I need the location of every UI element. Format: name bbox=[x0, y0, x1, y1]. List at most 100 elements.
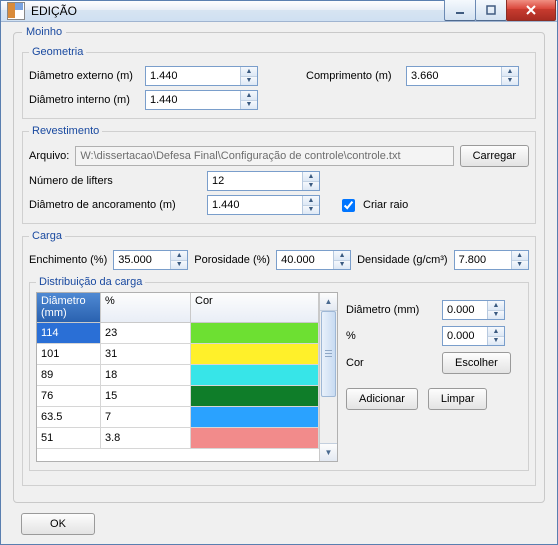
input-diam-ext[interactable] bbox=[146, 67, 240, 85]
table-distribuicao[interactable]: Diâmetro (mm) % Cor 11423101318918761563… bbox=[36, 292, 338, 462]
spin-up-icon[interactable]: ▲ bbox=[334, 251, 350, 261]
group-moinho: Moinho Geometria Diâmetro externo (m) ▲▼… bbox=[13, 26, 545, 503]
spin-diam-ext[interactable]: ▲▼ bbox=[145, 66, 258, 86]
label-densidade: Densidade (g/cm³) bbox=[357, 254, 447, 266]
input-densidade[interactable] bbox=[455, 251, 511, 269]
spin-down-icon[interactable]: ▼ bbox=[171, 261, 187, 270]
input-diam-int[interactable] bbox=[146, 91, 240, 109]
input-num-lifters[interactable] bbox=[208, 172, 302, 190]
cell-cor[interactable] bbox=[191, 407, 319, 428]
carregar-button[interactable]: Carregar bbox=[460, 145, 529, 167]
scroll-up-icon[interactable]: ▲ bbox=[320, 293, 337, 311]
close-button[interactable] bbox=[506, 0, 556, 21]
color-swatch bbox=[191, 365, 318, 385]
label-diam-ext: Diâmetro externo (m) bbox=[29, 70, 139, 82]
adicionar-button[interactable]: Adicionar bbox=[346, 388, 418, 410]
spin-up-icon[interactable]: ▲ bbox=[241, 91, 257, 101]
spin-up-icon[interactable]: ▲ bbox=[488, 327, 504, 337]
group-distribuicao: Distribuição da carga Diâmetro (mm) % Co… bbox=[29, 276, 529, 471]
spin-diam-int[interactable]: ▲▼ bbox=[145, 90, 258, 110]
label-criar-raio: Criar raio bbox=[363, 199, 408, 211]
spin-down-icon[interactable]: ▼ bbox=[502, 77, 518, 86]
input-side-pct[interactable] bbox=[443, 327, 487, 345]
input-arquivo[interactable] bbox=[75, 146, 453, 166]
cell-diametro[interactable]: 76 bbox=[37, 386, 101, 407]
spin-num-lifters[interactable]: ▲▼ bbox=[207, 171, 320, 191]
th-diametro[interactable]: Diâmetro (mm) bbox=[37, 293, 101, 323]
cell-cor[interactable] bbox=[191, 365, 319, 386]
label-enchimento: Enchimento (%) bbox=[29, 254, 107, 266]
spin-down-icon[interactable]: ▼ bbox=[488, 311, 504, 320]
table-scrollbar[interactable]: ▲ ▼ bbox=[319, 293, 337, 461]
input-side-diam[interactable] bbox=[443, 301, 487, 319]
spin-densidade[interactable]: ▲▼ bbox=[454, 250, 529, 270]
spin-down-icon[interactable]: ▼ bbox=[241, 101, 257, 110]
spin-up-icon[interactable]: ▲ bbox=[502, 67, 518, 77]
spin-up-icon[interactable]: ▲ bbox=[241, 67, 257, 77]
client-area: Moinho Geometria Diâmetro externo (m) ▲▼… bbox=[1, 22, 557, 545]
spin-enchimento[interactable]: ▲▼ bbox=[113, 250, 188, 270]
table-row[interactable]: 8918 bbox=[37, 365, 319, 386]
color-swatch bbox=[191, 386, 318, 406]
spin-up-icon[interactable]: ▲ bbox=[488, 301, 504, 311]
spin-side-pct[interactable]: ▲▼ bbox=[442, 326, 505, 346]
checkbox-criar-raio[interactable] bbox=[342, 199, 355, 212]
label-side-cor: Cor bbox=[346, 357, 436, 369]
legend-revestimento: Revestimento bbox=[29, 125, 102, 137]
spin-up-icon[interactable]: ▲ bbox=[171, 251, 187, 261]
limpar-button[interactable]: Limpar bbox=[428, 388, 488, 410]
spin-down-icon[interactable]: ▼ bbox=[303, 206, 319, 215]
th-cor[interactable]: Cor bbox=[191, 293, 319, 323]
legend-carga: Carga bbox=[29, 230, 65, 242]
spin-up-icon[interactable]: ▲ bbox=[303, 172, 319, 182]
input-enchimento[interactable] bbox=[114, 251, 170, 269]
maximize-button[interactable] bbox=[475, 0, 507, 21]
cell-pct[interactable]: 23 bbox=[101, 323, 191, 344]
input-comprimento[interactable] bbox=[407, 67, 501, 85]
legend-moinho: Moinho bbox=[22, 26, 66, 38]
table-header: Diâmetro (mm) % Cor bbox=[37, 293, 319, 323]
table-row[interactable]: 10131 bbox=[37, 344, 319, 365]
spin-down-icon[interactable]: ▼ bbox=[512, 261, 528, 270]
spin-diam-ancor[interactable]: ▲▼ bbox=[207, 195, 320, 215]
spin-up-icon[interactable]: ▲ bbox=[512, 251, 528, 261]
cell-pct[interactable]: 18 bbox=[101, 365, 191, 386]
cell-pct[interactable]: 7 bbox=[101, 407, 191, 428]
spin-porosidade[interactable]: ▲▼ bbox=[276, 250, 351, 270]
minimize-button[interactable] bbox=[444, 0, 476, 21]
cell-cor[interactable] bbox=[191, 323, 319, 344]
scroll-down-icon[interactable]: ▼ bbox=[320, 443, 337, 461]
cell-diametro[interactable]: 89 bbox=[37, 365, 101, 386]
cell-cor[interactable] bbox=[191, 386, 319, 407]
group-revestimento: Revestimento Arquivo: Carregar Número de… bbox=[22, 125, 536, 224]
table-row[interactable]: 513.8 bbox=[37, 428, 319, 449]
spin-down-icon[interactable]: ▼ bbox=[334, 261, 350, 270]
cell-pct[interactable]: 31 bbox=[101, 344, 191, 365]
table-row[interactable]: 7615 bbox=[37, 386, 319, 407]
spin-up-icon[interactable]: ▲ bbox=[303, 196, 319, 206]
cell-diametro[interactable]: 101 bbox=[37, 344, 101, 365]
cell-diametro[interactable]: 114 bbox=[37, 323, 101, 344]
input-porosidade[interactable] bbox=[277, 251, 333, 269]
table-row[interactable]: 11423 bbox=[37, 323, 319, 344]
cell-pct[interactable]: 3.8 bbox=[101, 428, 191, 449]
cell-cor[interactable] bbox=[191, 428, 319, 449]
table-row[interactable]: 63.57 bbox=[37, 407, 319, 428]
spin-down-icon[interactable]: ▼ bbox=[303, 182, 319, 191]
label-diam-int: Diâmetro interno (m) bbox=[29, 94, 139, 106]
titlebar[interactable]: EDIÇÃO bbox=[1, 1, 557, 22]
cell-cor[interactable] bbox=[191, 344, 319, 365]
cell-diametro[interactable]: 63.5 bbox=[37, 407, 101, 428]
spin-down-icon[interactable]: ▼ bbox=[241, 77, 257, 86]
ok-button[interactable]: OK bbox=[21, 513, 95, 535]
scroll-thumb[interactable] bbox=[321, 311, 336, 397]
th-pct[interactable]: % bbox=[101, 293, 191, 323]
cell-pct[interactable]: 15 bbox=[101, 386, 191, 407]
spin-side-diam[interactable]: ▲▼ bbox=[442, 300, 505, 320]
input-diam-ancor[interactable] bbox=[208, 196, 302, 214]
spin-down-icon[interactable]: ▼ bbox=[488, 337, 504, 346]
escolher-button[interactable]: Escolher bbox=[442, 352, 511, 374]
cell-diametro[interactable]: 51 bbox=[37, 428, 101, 449]
group-carga: Carga Enchimento (%) ▲▼ Porosidade (%) ▲… bbox=[22, 230, 536, 486]
spin-comprimento[interactable]: ▲▼ bbox=[406, 66, 519, 86]
